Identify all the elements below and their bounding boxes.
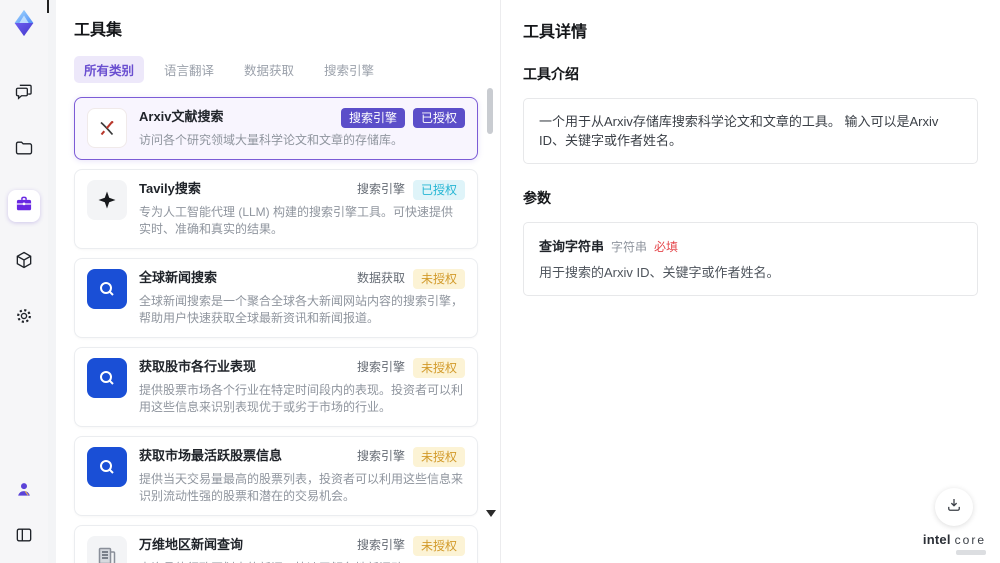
tool-card-regional-news[interactable]: 万维地区新闻查询 搜索引擎 未授权 查询具体行政区划内的新闻，快速了解各地新闻动 [74, 525, 478, 563]
sidebar-item-chat[interactable] [8, 78, 40, 110]
category-label: 数据获取 [356, 271, 405, 285]
tool-title: 获取市场最活跃股票信息 [139, 448, 283, 463]
param-required-label: 必填 [654, 240, 679, 254]
intro-heading: 工具介绍 [523, 66, 579, 82]
intel-core-logo: intel core [923, 532, 986, 555]
tab-data-fetching[interactable]: 数据获取 [234, 56, 304, 83]
sidebar-bottom [8, 475, 40, 553]
tool-card-arxiv[interactable]: Arxiv文献搜索 搜索引擎 已授权 访问各个研究领域大量科学论文和文章的存储库… [74, 97, 478, 160]
app-logo-gem-icon[interactable] [9, 8, 39, 38]
tavily-star-icon [87, 180, 127, 220]
tool-title: Arxiv文献搜索 [139, 109, 224, 124]
param-description: 用于搜索的Arxiv ID、关键字或作者姓名。 [539, 265, 780, 280]
edge-notch [47, 0, 49, 13]
sidebar-item-account[interactable] [8, 475, 40, 507]
folder-icon [14, 138, 34, 163]
download-button[interactable] [935, 488, 974, 526]
corner-widgets: intel core [923, 488, 986, 555]
tool-title: 万维地区新闻查询 [139, 537, 244, 552]
tool-description: 访问各个研究领域大量科学论文和文章的存储库。 [139, 133, 404, 147]
tool-description: 提供股票市场各个行业在特定时间段内的表现。投资者可以利用这些信息来识别表现优于或… [139, 383, 464, 414]
tool-card-active-stocks[interactable]: 获取市场最活跃股票信息 搜索引擎 未授权 提供当天交易量最高的股票列表，投资者可… [74, 436, 478, 516]
global-news-search-icon [87, 269, 127, 309]
download-icon [945, 496, 963, 519]
app-window: 工具集 所有类别 语言翻译 数据获取 搜索引擎 Arxiv文献搜索 搜索引擎 已… [0, 0, 1000, 563]
tool-card-global-news[interactable]: 全球新闻搜索 数据获取 未授权 全球新闻搜索是一个聚合全球各大新闻网站内容的搜索… [74, 258, 478, 338]
tool-description: 专为人工智能代理 (LLM) 构建的搜索引擎工具。可快速提供实时、准确和真实的结… [139, 205, 454, 236]
panel-layout-icon [14, 525, 34, 550]
user-avatar-icon [14, 479, 34, 504]
auth-status-badge: 已授权 [412, 108, 465, 128]
sidebar-item-packages[interactable] [8, 246, 40, 278]
tool-title: Tavily搜索 [139, 181, 201, 196]
param-name: 查询字符串 [539, 239, 605, 254]
sidebar-item-files[interactable] [8, 134, 40, 166]
intel-sub-badge [956, 550, 986, 555]
gear-icon [14, 306, 34, 331]
category-badge: 搜索引擎 [340, 108, 405, 128]
tools-list-panel: 工具集 所有类别 语言翻译 数据获取 搜索引擎 Arxiv文献搜索 搜索引擎 已… [56, 0, 500, 563]
scrollbar-thumb[interactable] [487, 88, 493, 134]
params-heading: 参数 [523, 190, 551, 206]
category-label: 搜索引擎 [356, 360, 405, 374]
stock-sector-search-icon [87, 358, 127, 398]
arxiv-logo-icon [87, 108, 127, 148]
category-label: 搜索引擎 [356, 449, 405, 463]
scroll-down-arrow-icon[interactable] [486, 510, 496, 517]
sidebar-item-tools[interactable] [8, 190, 40, 222]
category-tabs: 所有类别 语言翻译 数据获取 搜索引擎 [74, 56, 478, 83]
category-label: 搜索引擎 [356, 182, 405, 196]
auth-status-badge: 未授权 [412, 447, 465, 467]
tab-all-categories[interactable]: 所有类别 [74, 56, 145, 83]
tool-card-tavily[interactable]: Tavily搜索 搜索引擎 已授权 专为人工智能代理 (LLM) 构建的搜索引擎… [74, 169, 478, 249]
tool-description: 全球新闻搜索是一个聚合全球各大新闻网站内容的搜索引擎，帮助用户快速获取全球最新资… [139, 294, 464, 325]
page-title: 工具集 [74, 22, 123, 39]
tab-language-translation[interactable]: 语言翻译 [154, 56, 224, 83]
category-label: 搜索引擎 [356, 538, 405, 552]
briefcase-icon [14, 194, 34, 219]
tool-title: 获取股市各行业表现 [139, 359, 257, 374]
tab-search-engine[interactable]: 搜索引擎 [314, 56, 384, 83]
tool-card-list: Arxiv文献搜索 搜索引擎 已授权 访问各个研究领域大量科学论文和文章的存储库… [74, 97, 478, 563]
parameter-card: 查询字符串 字符串 必填 用于搜索的Arxiv ID、关键字或作者姓名。 [523, 222, 978, 296]
tool-card-stock-sectors[interactable]: 获取股市各行业表现 搜索引擎 未授权 提供股票市场各个行业在特定时间段内的表现。… [74, 347, 478, 427]
list-scrollbar[interactable] [486, 88, 496, 557]
intel-brand-text: intel [922, 532, 951, 547]
icon-sidebar [0, 0, 49, 563]
chat-icon [14, 82, 34, 107]
regional-news-icon [87, 536, 127, 563]
sidebar-item-settings[interactable] [8, 302, 40, 334]
auth-status-badge: 已授权 [412, 180, 465, 200]
auth-status-badge: 未授权 [412, 269, 465, 289]
param-type: 字符串 [611, 240, 648, 254]
main-area: 工具集 所有类别 语言翻译 数据获取 搜索引擎 Arxiv文献搜索 搜索引擎 已… [56, 0, 1000, 563]
tool-intro-text: 一个用于从Arxiv存储库搜索科学论文和文章的工具。 输入可以是Arxiv ID… [523, 98, 978, 164]
tool-detail-panel: 工具详情 工具介绍 一个用于从Arxiv存储库搜索科学论文和文章的工具。 输入可… [500, 0, 1000, 563]
tool-description: 提供当天交易量最高的股票列表，投资者可以利用这些信息来识别流动性强的股票和潜在的… [139, 472, 464, 503]
auth-status-badge: 未授权 [412, 536, 465, 556]
core-brand-text: core [954, 533, 986, 547]
detail-panel-title: 工具详情 [523, 24, 588, 41]
tool-title: 全球新闻搜索 [139, 270, 218, 285]
sidebar-item-collapse[interactable] [8, 521, 40, 553]
sidebar-nav [8, 78, 40, 334]
auth-status-badge: 未授权 [412, 358, 465, 378]
active-stocks-search-icon [87, 447, 127, 487]
cube-icon [14, 250, 34, 275]
